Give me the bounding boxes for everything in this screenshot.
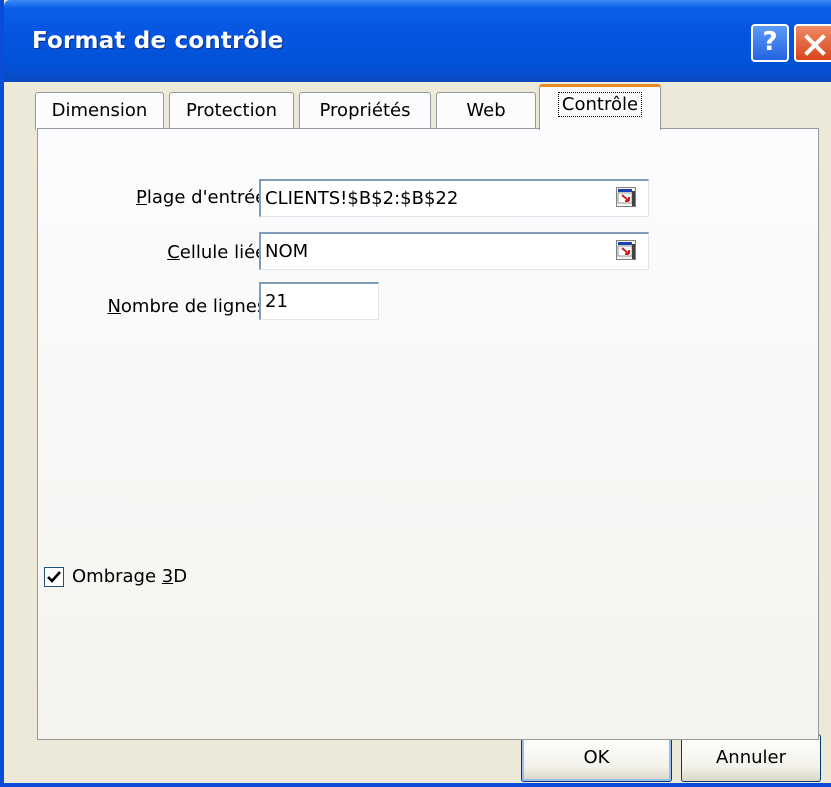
tab-label: Web	[466, 100, 506, 121]
tab-dimension[interactable]: Dimension	[35, 92, 164, 130]
cancel-button[interactable]: Annuler	[681, 734, 821, 782]
tab-proprietes[interactable]: Propriétés	[299, 92, 431, 130]
ok-button-label: OK	[583, 747, 610, 768]
input-range-value: CLIENTS!$B$2:$B$22	[265, 188, 459, 209]
dialog-title: Format de contrôle	[32, 28, 284, 54]
input-range-field[interactable]: CLIENTS!$B$2:$B$22	[259, 179, 649, 217]
tab-panel-controle: Plage d'entrée : CLIENTS!$B$2:$B$22 Cell…	[37, 128, 819, 740]
close-button[interactable]	[794, 24, 831, 62]
shading-3d-label[interactable]: Ombrage 3D	[72, 566, 187, 587]
help-button[interactable]: ?	[751, 24, 789, 62]
close-icon	[804, 34, 826, 56]
cancel-button-label: Annuler	[715, 747, 786, 768]
line-count-value: 21	[265, 291, 288, 312]
linked-cell-value: NOM	[265, 241, 309, 262]
tab-label: Contrôle	[557, 92, 643, 117]
collapse-dialog-icon[interactable]	[616, 187, 636, 207]
checkmark-icon	[47, 571, 61, 583]
tab-web[interactable]: Web	[436, 92, 536, 130]
line-count-label: Nombre de lignes :	[107, 296, 278, 317]
tab-label: Dimension	[51, 100, 148, 121]
tab-protection[interactable]: Protection	[169, 92, 294, 130]
title-bar[interactable]: Format de contrôle ?	[4, 0, 831, 82]
line-count-field[interactable]: 21	[259, 282, 379, 320]
tab-controle[interactable]: Contrôle	[539, 84, 661, 130]
tab-label: Propriétés	[319, 100, 411, 121]
dialog-window: Format de contrôle ? Dimension Protectio…	[0, 0, 831, 787]
linked-cell-field[interactable]: NOM	[259, 232, 649, 270]
input-range-label: Plage d'entrée :	[136, 187, 278, 208]
collapse-dialog-icon[interactable]	[616, 240, 636, 260]
help-icon: ?	[762, 27, 778, 57]
ok-button[interactable]: OK	[521, 734, 672, 782]
tab-label: Protection	[185, 100, 278, 121]
shading-3d-checkbox[interactable]	[44, 567, 64, 587]
